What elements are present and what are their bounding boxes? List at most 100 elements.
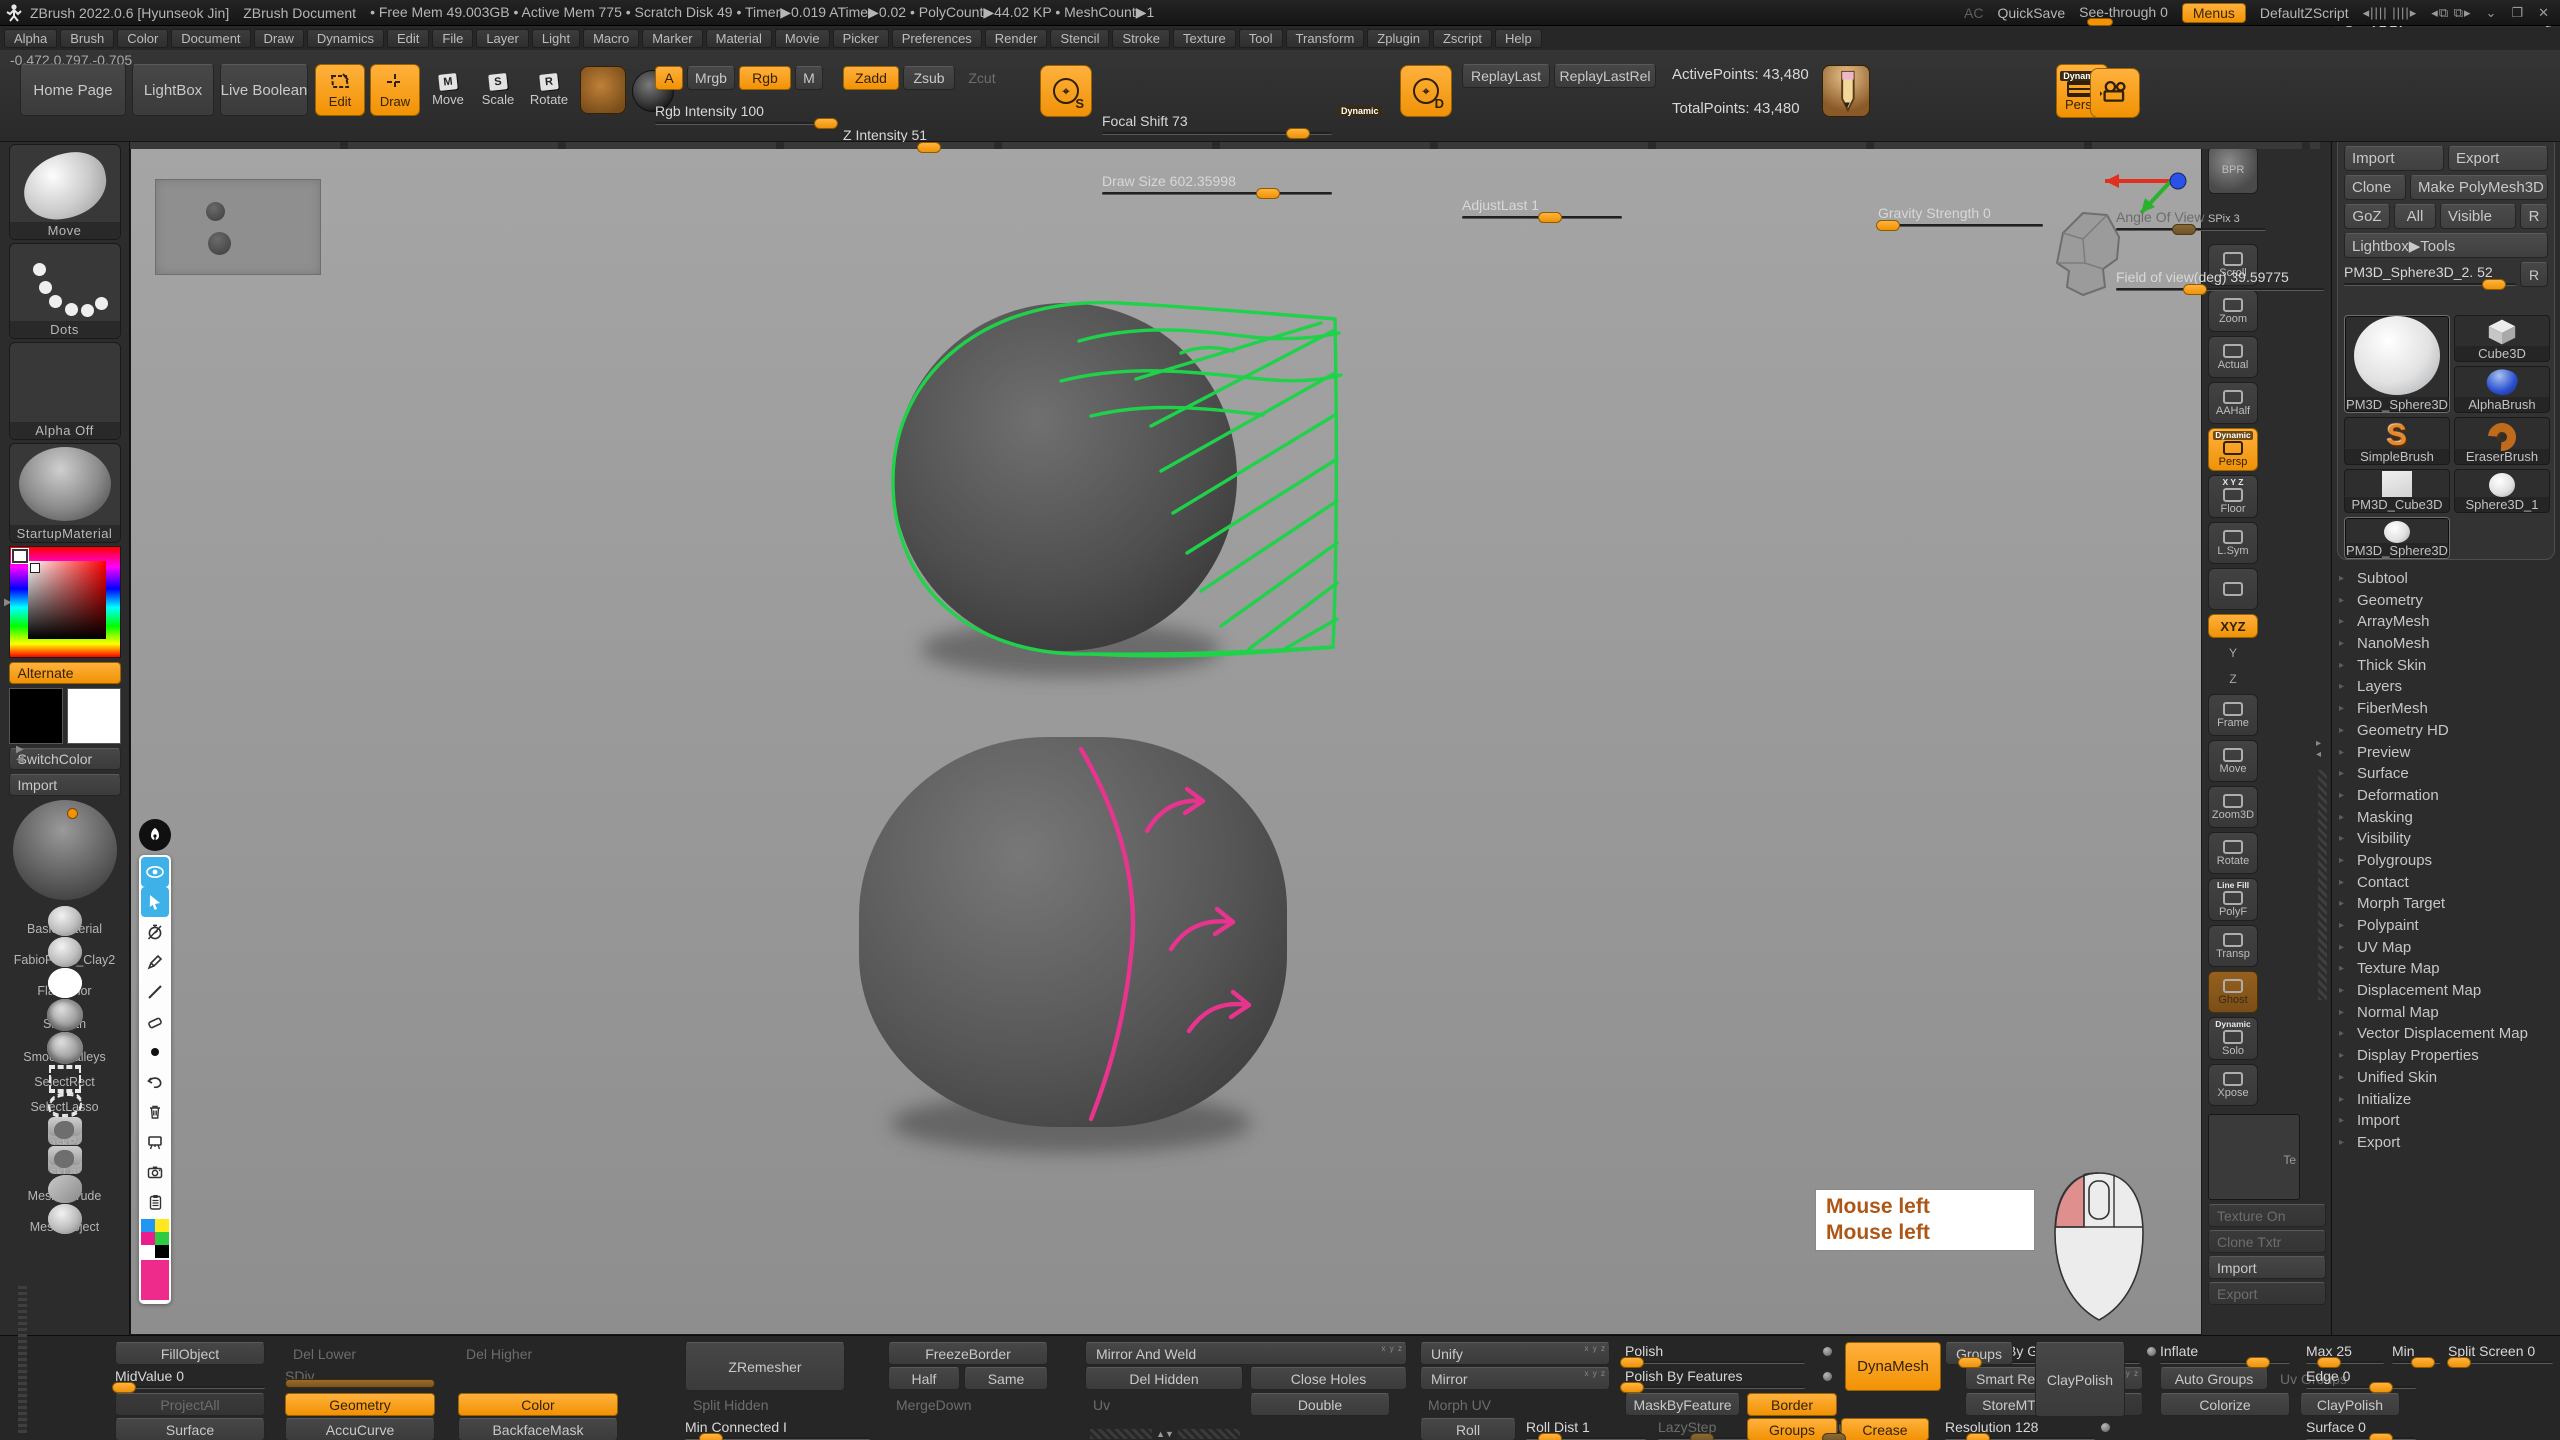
notes-clipboard-button[interactable] — [141, 1187, 169, 1217]
bpr-render-button[interactable]: BPR — [2208, 146, 2258, 194]
min-connected-slider[interactable]: Min Connected I — [685, 1418, 870, 1440]
brush-smoothvalleys[interactable]: SmoothValleys — [47, 1032, 83, 1064]
tool-thumb-eraserbrush[interactable]: EraserBrush — [2454, 417, 2550, 465]
gravity-pencil-icon[interactable] — [1822, 65, 1870, 117]
rgb-intensity-slider[interactable]: Rgb Intensity 100 — [655, 102, 835, 126]
tool-section-item[interactable]: Deformation — [2332, 785, 2560, 807]
material-picker[interactable]: StartupMaterial — [9, 443, 121, 543]
menu-item[interactable]: Transform — [1286, 29, 1365, 48]
z-intensity-slider[interactable]: Z Intensity 51 — [843, 126, 1008, 150]
render-camera-icon[interactable] — [2090, 68, 2140, 118]
alternate-color-button[interactable]: Alternate — [9, 662, 121, 684]
zremesher-button[interactable]: ZRemesher — [685, 1342, 845, 1391]
accucurve-button[interactable]: AccuCurve — [285, 1418, 435, 1440]
tool-thumb-cube3d[interactable]: Cube3D — [2454, 315, 2550, 362]
resolution-toggle-dot[interactable] — [2100, 1422, 2111, 1433]
stroke-picker-dots[interactable]: Dots — [9, 243, 121, 339]
clay-polish-button[interactable]: ClayPolish — [2035, 1342, 2125, 1417]
tray-collapse-arrow[interactable]: ▶ — [4, 598, 12, 608]
texture-export-button[interactable]: Export — [2208, 1282, 2326, 1305]
unify-button[interactable]: Unifyx y z — [1420, 1342, 1610, 1365]
colorize-button[interactable]: Colorize — [2160, 1393, 2290, 1416]
pen-tool-button[interactable] — [141, 947, 169, 977]
polish-toggle-dot[interactable] — [1822, 1346, 1833, 1357]
shelf-collapse-icons[interactable]: ◂|||| ||||▸ — [2363, 5, 2418, 21]
menu-item[interactable]: Render — [985, 29, 1048, 48]
main-color-swatch[interactable] — [9, 688, 63, 744]
live-boolean-button[interactable]: Live Boolean — [220, 64, 308, 116]
lightbox-button[interactable]: LightBox — [132, 64, 214, 116]
menu-item[interactable]: Color — [117, 29, 168, 48]
tool-section-item[interactable]: Export — [2332, 1132, 2560, 1154]
close-holes-button[interactable]: Close Holes — [1250, 1367, 1407, 1390]
zoom3d-button[interactable]: Zoom3D — [2208, 786, 2258, 828]
focal-shift-slider[interactable]: Focal Shift 73 — [1102, 112, 1332, 136]
gravity-strength-slider[interactable]: Gravity Strength 0 — [1878, 204, 2043, 228]
tool-section-item[interactable]: Surface — [2332, 763, 2560, 785]
merge-down-button[interactable]: MergeDown — [888, 1393, 1028, 1416]
polish-groups-toggle-dot[interactable] — [2146, 1346, 2157, 1357]
tray-resize-handle[interactable]: ▲▼ — [1090, 1429, 1240, 1439]
tool-section-item[interactable]: Normal Map — [2332, 1002, 2560, 1024]
texture-import-button[interactable]: Import — [2208, 1256, 2326, 1279]
canvas-viewport[interactable]: Mouse left Mouse left — [130, 142, 2202, 1335]
tool-section-item[interactable]: Polygroups — [2332, 850, 2560, 872]
palette-blue[interactable] — [141, 1219, 155, 1232]
del-lower-button[interactable]: Del Lower — [285, 1342, 415, 1365]
scale-button[interactable]: SScale — [474, 64, 522, 116]
tool-section-item[interactable]: Layers — [2332, 676, 2560, 698]
solo-button[interactable]: Dynamic Solo — [2208, 1017, 2258, 1060]
split-screen-slider[interactable]: Split Screen 0 — [2448, 1342, 2553, 1365]
edge-slider[interactable]: Edge 0 — [2306, 1367, 2416, 1390]
tool-section-item[interactable]: Masking — [2332, 807, 2560, 829]
ghost-button[interactable]: Ghost — [2208, 971, 2258, 1013]
menu-item[interactable]: Stencil — [1050, 29, 1109, 48]
tool-thumb-sphere3d-1[interactable]: Sphere3D_1 — [2454, 469, 2550, 513]
floor-button[interactable]: X Y Z Floor — [2208, 475, 2258, 518]
current-brush-thumbnail[interactable] — [580, 66, 626, 114]
cursor-tool-button[interactable] — [141, 887, 169, 917]
close-button[interactable]: ✕ — [2538, 5, 2550, 21]
mask-crease-button[interactable]: Crease — [1841, 1418, 1929, 1440]
tool-section-item[interactable]: Displacement Map — [2332, 980, 2560, 1002]
tool-section-item[interactable]: Display Properties — [2332, 1045, 2560, 1067]
tool-section-item[interactable]: ArrayMesh — [2332, 611, 2560, 633]
menu-item[interactable]: Edit — [387, 29, 429, 48]
menu-item[interactable]: Document — [171, 29, 250, 48]
tool-thumb-simplebrush[interactable]: S SimpleBrush — [2344, 417, 2450, 465]
polish-by-features-slider[interactable]: Polish By Features — [1625, 1367, 1805, 1390]
dynamic-brush-icon[interactable]: ⌖D — [1400, 65, 1452, 117]
tool-section-item[interactable]: FiberMesh — [2332, 698, 2560, 720]
goz-visible-button[interactable]: Visible — [2440, 204, 2516, 229]
claypolish-button[interactable]: ClayPolish — [2300, 1393, 2400, 1416]
current-pen-color-swatch[interactable] — [141, 1260, 169, 1300]
replay-last-rel-button[interactable]: ReplayLastRel — [1554, 64, 1656, 88]
del-higher-button[interactable]: Del Higher — [458, 1342, 588, 1365]
material-fabiopaiva-clay[interactable]: FabioPaiva_Clay2 — [48, 937, 82, 967]
goz-r-button[interactable]: R — [2520, 204, 2548, 229]
brush-meshextrude[interactable]: MeshExtrude — [48, 1175, 82, 1203]
auto-groups-button[interactable]: Auto Groups — [2160, 1367, 2268, 1390]
del-hidden-button[interactable]: Del Hidden — [1085, 1367, 1243, 1390]
tool-section-item[interactable]: Visibility — [2332, 828, 2560, 850]
whiteboard-button[interactable] — [141, 1127, 169, 1157]
mirror-and-weld-button[interactable]: Mirror And Weldx y z — [1085, 1342, 1407, 1365]
material-basicmaterial[interactable]: BasicMaterial — [48, 906, 82, 936]
window-cycle-icons[interactable]: ◂⧉ ⧉▸ — [2431, 5, 2471, 21]
tool-section-item[interactable]: Vector Displacement Map — [2332, 1023, 2560, 1045]
zoom-button[interactable]: Zoom — [2208, 290, 2258, 332]
adjust-last-slider[interactable]: AdjustLast 1 — [1462, 196, 1622, 220]
tool-section-item[interactable]: Contact — [2332, 872, 2560, 894]
morph-uv-button[interactable]: Morph UV — [1420, 1393, 1540, 1416]
m-toggle[interactable]: M — [795, 66, 823, 90]
min-slider[interactable]: Min — [2392, 1342, 2440, 1365]
line-tool-button[interactable] — [141, 977, 169, 1007]
menu-item[interactable]: Draw — [254, 29, 304, 48]
tool-section-item[interactable]: Geometry — [2332, 590, 2560, 612]
goz-all-button[interactable]: All — [2394, 204, 2436, 229]
pointer-visibility-button[interactable] — [141, 857, 169, 887]
polish-features-toggle-dot[interactable] — [1822, 1371, 1833, 1382]
mask-border-button[interactable]: Border — [1747, 1393, 1837, 1416]
texture-on-button[interactable]: Texture On — [2208, 1204, 2326, 1227]
local-symmetry-button[interactable]: L.Sym — [2208, 522, 2258, 564]
